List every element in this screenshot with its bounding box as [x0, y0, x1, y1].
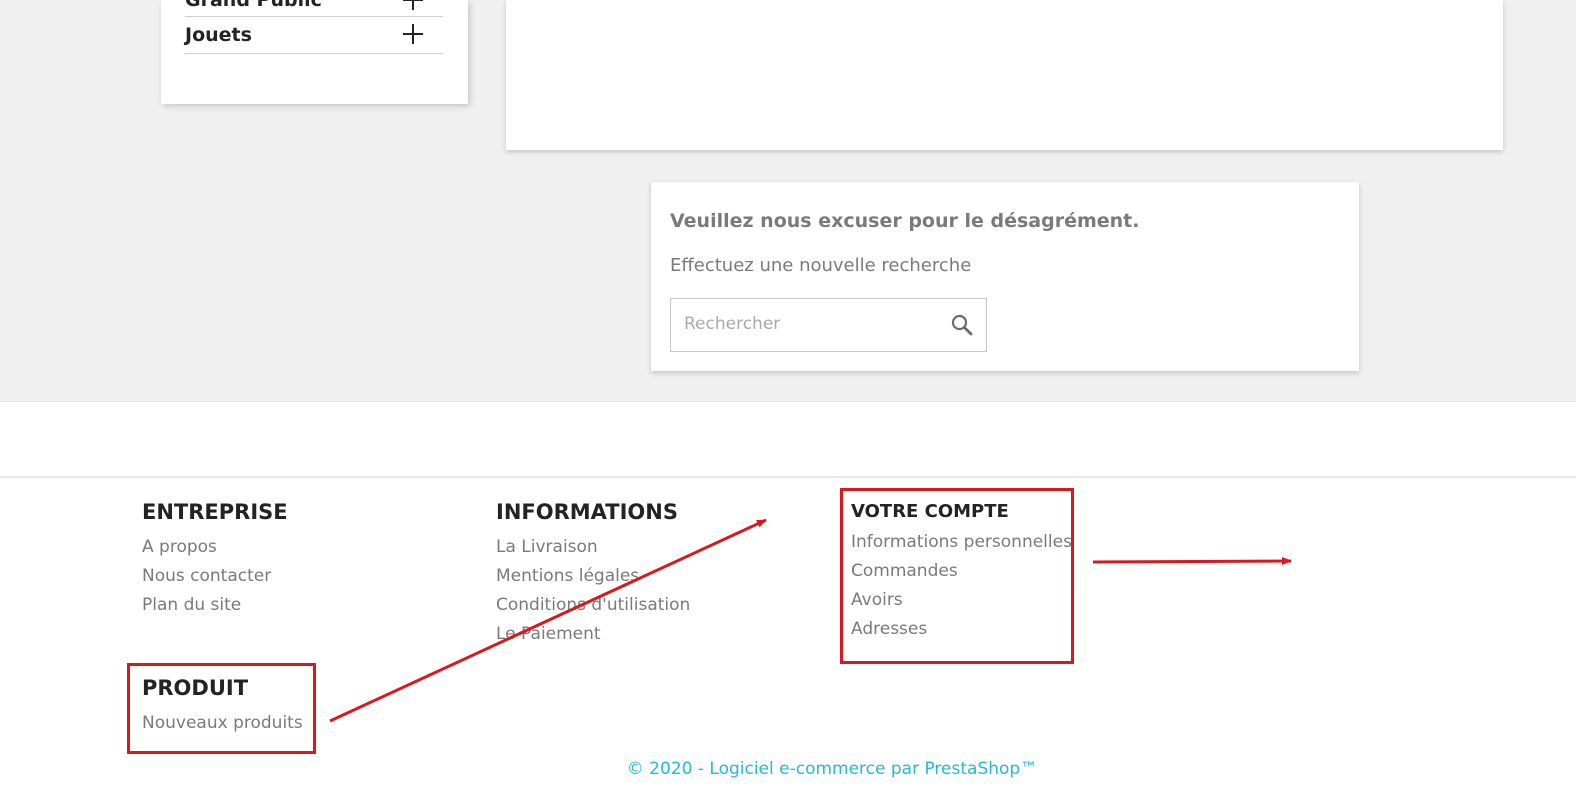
footer-link-nous-contacter[interactable]: Nous contacter: [142, 566, 288, 586]
footer-copyright[interactable]: © 2020 - Logiciel e-commerce par PrestaS…: [0, 759, 1576, 779]
footer-link-livraison[interactable]: La Livraison: [496, 537, 690, 557]
content-card: [506, 0, 1503, 150]
footer-col-informations: INFORMATIONS La Livraison Mentions légal…: [496, 500, 690, 644]
category-label: Jouets: [185, 24, 252, 46]
search-icon[interactable]: [950, 313, 974, 337]
page-not-found-card: Veuillez nous excuser pour le désagrémen…: [651, 182, 1359, 371]
annotation-arrow-right: [1092, 557, 1292, 566]
not-found-title: Veuillez nous excuser pour le désagrémen…: [670, 210, 1140, 232]
footer-link-paiement[interactable]: Le Paiement: [496, 624, 690, 644]
footer-link-plan-du-site[interactable]: Plan du site: [142, 595, 288, 615]
category-item-grand-public[interactable]: Grand Public: [185, 0, 443, 17]
expand-plus-icon[interactable]: [403, 0, 423, 10]
category-sidebar: Grand Public Jouets: [161, 0, 468, 104]
annotation-box-votre-compte: [840, 488, 1074, 664]
footer-col-entreprise: ENTREPRISE A propos Nous contacter Plan …: [142, 500, 288, 615]
search-widget: [670, 298, 987, 352]
category-item-jouets[interactable]: Jouets: [185, 16, 443, 54]
footer-heading-informations: INFORMATIONS: [496, 500, 678, 524]
not-found-subtitle: Effectuez une nouvelle recherche: [670, 255, 972, 276]
footer-heading-entreprise: ENTREPRISE: [142, 500, 288, 524]
category-label: Grand Public: [185, 0, 322, 11]
search-input[interactable]: [671, 299, 944, 349]
main-content-area: Grand Public Jouets Veuillez nous excuse…: [0, 0, 1576, 402]
footer-link-mentions-legales[interactable]: Mentions légales: [496, 566, 690, 586]
footer-link-a-propos[interactable]: A propos: [142, 537, 288, 557]
annotation-box-produit: [127, 663, 316, 754]
footer-divider: [0, 476, 1576, 478]
expand-plus-icon[interactable]: [403, 24, 423, 44]
footer-link-conditions[interactable]: Conditions d'utilisation: [496, 595, 690, 615]
